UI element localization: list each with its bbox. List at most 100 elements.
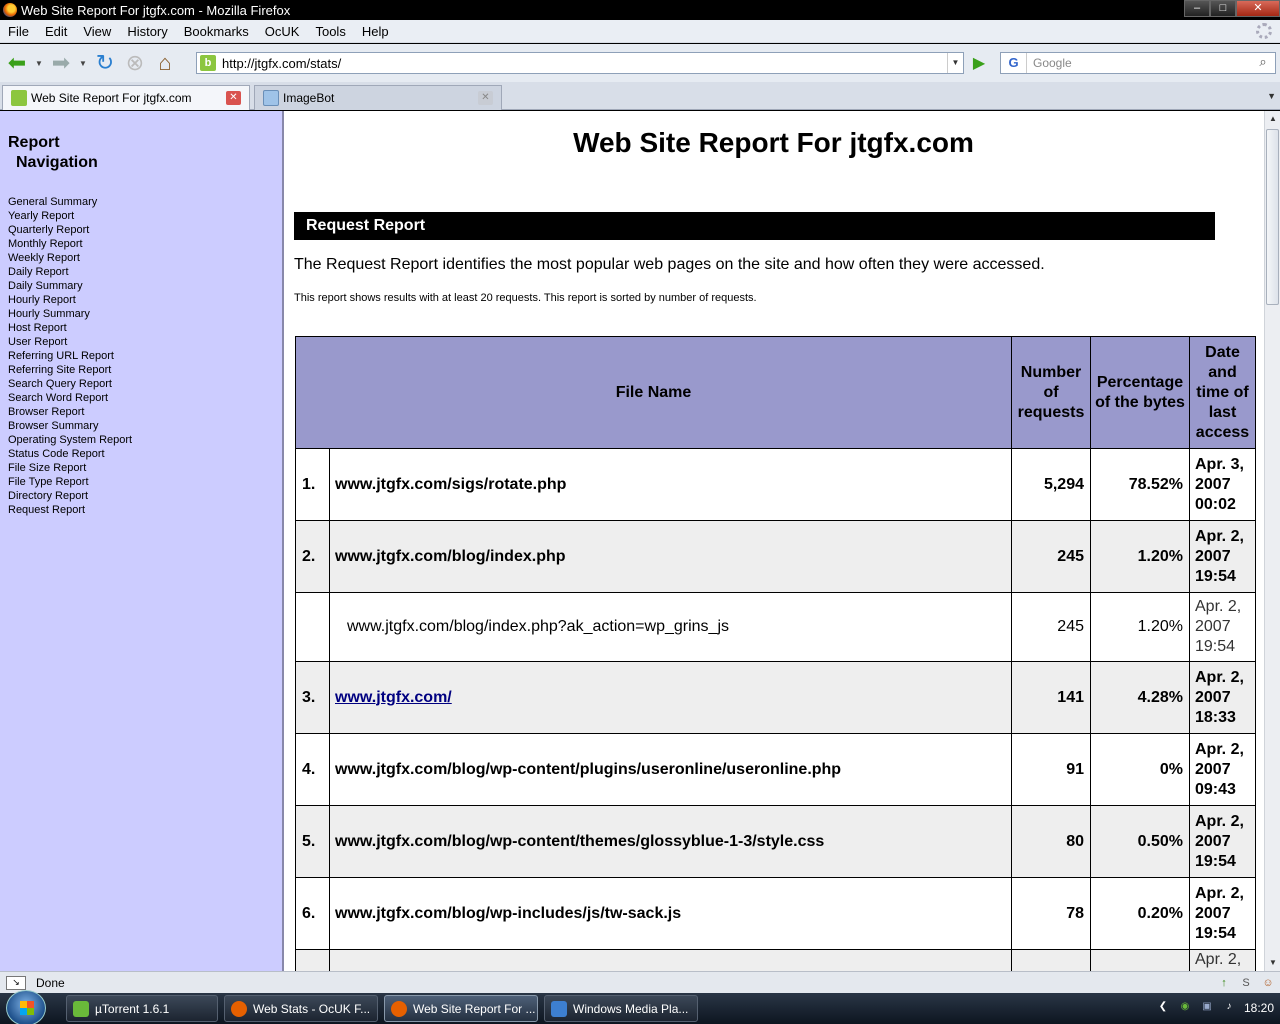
clock[interactable]: 18:20 (1244, 1001, 1274, 1015)
start-button[interactable] (6, 990, 46, 1024)
menu-edit[interactable]: Edit (37, 24, 75, 39)
section-header: Request Report (294, 212, 1215, 240)
taskbar-web-stats[interactable]: Web Stats - OcUK F... (224, 995, 378, 1022)
search-input[interactable]: Google (1033, 56, 1072, 70)
sidebar-link[interactable]: Monthly Report (8, 237, 132, 251)
scroll-down-icon[interactable]: ▼ (1265, 955, 1280, 971)
tray-utorrent-icon[interactable]: ◉ (1178, 1001, 1192, 1015)
reload-button[interactable]: ↻ (92, 50, 118, 76)
row-requests: 245 (1011, 520, 1091, 593)
search-engine-selector[interactable]: G (1001, 53, 1027, 73)
sidebar-link[interactable]: File Type Report (8, 475, 132, 489)
row-bytes: 0.50% (1090, 805, 1190, 878)
page-content: Report Navigation General Summary Yearly … (0, 111, 1280, 971)
sidebar-link[interactable]: Hourly Summary (8, 307, 132, 321)
sidebar-link[interactable]: Hourly Report (8, 293, 132, 307)
tab-close-icon[interactable]: ✕ (226, 91, 241, 105)
close-window-button[interactable]: ✕ (1236, 0, 1280, 17)
tab-web-site-report[interactable]: Web Site Report For jtgfx.com ✕ (2, 85, 250, 110)
table-row: 2. www.jtgfx.com/blog/index.php 245 1.20… (295, 520, 1256, 593)
menu-tools[interactable]: Tools (307, 24, 353, 39)
menu-history[interactable]: History (119, 24, 175, 39)
sidebar-title-line2: Navigation (16, 154, 98, 171)
search-bar[interactable]: G Google ⌕ (1000, 52, 1276, 74)
row-bytes (1090, 949, 1190, 971)
menu-ocuk[interactable]: OcUK (257, 24, 308, 39)
row-requests: 245 (1011, 592, 1091, 662)
scrollbar-thumb[interactable] (1266, 129, 1279, 305)
throbber-icon (1256, 23, 1272, 39)
address-bar[interactable]: b http://jtgfx.com/stats/ ▼ (196, 52, 964, 74)
taskbar-label: Web Stats - OcUK F... (253, 1001, 371, 1016)
sidebar-link[interactable]: Weekly Report (8, 251, 132, 265)
back-history-dropdown[interactable]: ▼ (34, 50, 44, 76)
addon-s-icon[interactable]: S (1238, 975, 1254, 991)
sidebar-link[interactable]: Daily Report (8, 265, 132, 279)
sidebar-link[interactable]: Directory Report (8, 489, 132, 503)
file-link[interactable]: www.jtgfx.com/ (335, 689, 452, 706)
network-icon[interactable]: ▣ (1200, 1001, 1214, 1015)
tray-expand-icon[interactable]: ❮ (1156, 1001, 1170, 1015)
forward-arrow-icon: ➡ (51, 50, 71, 75)
sidebar-link[interactable]: Status Code Report (8, 447, 132, 461)
header-file-name: File Name (295, 336, 1012, 449)
vertical-scrollbar[interactable]: ▲ ▼ (1264, 111, 1280, 971)
row-requests: 80 (1011, 805, 1091, 878)
sidebar-link[interactable]: Operating System Report (8, 433, 132, 447)
sidebar-link[interactable]: General Summary (8, 195, 132, 209)
row-requests (1011, 949, 1091, 971)
sidebar-link[interactable]: Referring URL Report (8, 349, 132, 363)
forward-history-dropdown[interactable]: ▼ (78, 50, 88, 76)
taskbar-web-site-report[interactable]: Web Site Report For ... (384, 995, 538, 1022)
addon-icon[interactable]: ↑ (1216, 975, 1232, 991)
request-report-table: File Name Number of requests Percentage … (295, 336, 1256, 971)
back-button[interactable]: ⬅ (4, 50, 30, 76)
maximize-button[interactable]: □ (1210, 0, 1236, 17)
sidebar-link[interactable]: Search Word Report (8, 391, 132, 405)
row-bytes: 1.20% (1090, 592, 1190, 662)
sidebar-link[interactable]: Quarterly Report (8, 223, 132, 237)
row-file-name: www.jtgfx.com/blog/wp-content/plugins/us… (329, 733, 1012, 806)
status-text: Done (36, 975, 65, 990)
tab-close-icon[interactable]: ✕ (478, 91, 493, 105)
sidebar-link[interactable]: Yearly Report (8, 209, 132, 223)
sidebar-link[interactable]: Browser Report (8, 405, 132, 419)
table-row: 1. www.jtgfx.com/sigs/rotate.php 5,294 7… (295, 448, 1256, 521)
address-input[interactable]: http://jtgfx.com/stats/ (222, 56, 341, 71)
row-rank: 2. (295, 520, 330, 593)
menu-file[interactable]: File (0, 24, 37, 39)
report-description: The Request Report identifies the most p… (294, 256, 1045, 273)
addon-face-icon[interactable]: ☺ (1260, 975, 1276, 991)
menu-bookmarks[interactable]: Bookmarks (176, 24, 257, 39)
sidebar-link[interactable]: Browser Summary (8, 419, 132, 433)
menu-help[interactable]: Help (354, 24, 397, 39)
sidebar-link[interactable]: Search Query Report (8, 377, 132, 391)
sidebar-link[interactable]: Request Report (8, 503, 132, 517)
sidebar-link[interactable]: File Size Report (8, 461, 132, 475)
home-button[interactable]: ⌂ (152, 50, 178, 76)
search-icon[interactable]: ⌕ (1253, 54, 1273, 72)
minimize-button[interactable]: – (1184, 0, 1210, 17)
tab-imagebot[interactable]: ImageBot ✕ (254, 85, 502, 110)
row-file-name: www.jtgfx.com/blog/index.php (329, 520, 1012, 593)
taskbar-label: Web Site Report For ... (413, 1001, 536, 1016)
sidebar-link[interactable]: Host Report (8, 321, 132, 335)
stop-button[interactable]: ⊗ (122, 50, 148, 76)
menu-view[interactable]: View (75, 24, 119, 39)
row-bytes: 78.52% (1090, 448, 1190, 521)
forward-button[interactable]: ➡ (48, 50, 74, 76)
taskbar-media-player[interactable]: Windows Media Pla... (544, 995, 698, 1022)
sidebar-link[interactable]: User Report (8, 335, 132, 349)
tab-label: ImageBot (283, 91, 335, 105)
sidebar-link[interactable]: Referring Site Report (8, 363, 132, 377)
address-dropdown[interactable]: ▼ (947, 53, 963, 73)
volume-icon[interactable]: ♪ (1222, 1001, 1236, 1015)
scroll-up-icon[interactable]: ▲ (1265, 111, 1280, 127)
site-favicon-icon: b (200, 55, 216, 71)
go-button[interactable]: ▶ (968, 53, 990, 73)
sidebar-link[interactable]: Daily Summary (8, 279, 132, 293)
header-requests: Number of requests (1011, 336, 1091, 449)
row-date: Apr. 2, 2007 18:33 (1189, 661, 1256, 734)
taskbar-utorrent[interactable]: µTorrent 1.6.1 (66, 995, 218, 1022)
tab-list-dropdown[interactable]: ▼ (1267, 91, 1276, 101)
